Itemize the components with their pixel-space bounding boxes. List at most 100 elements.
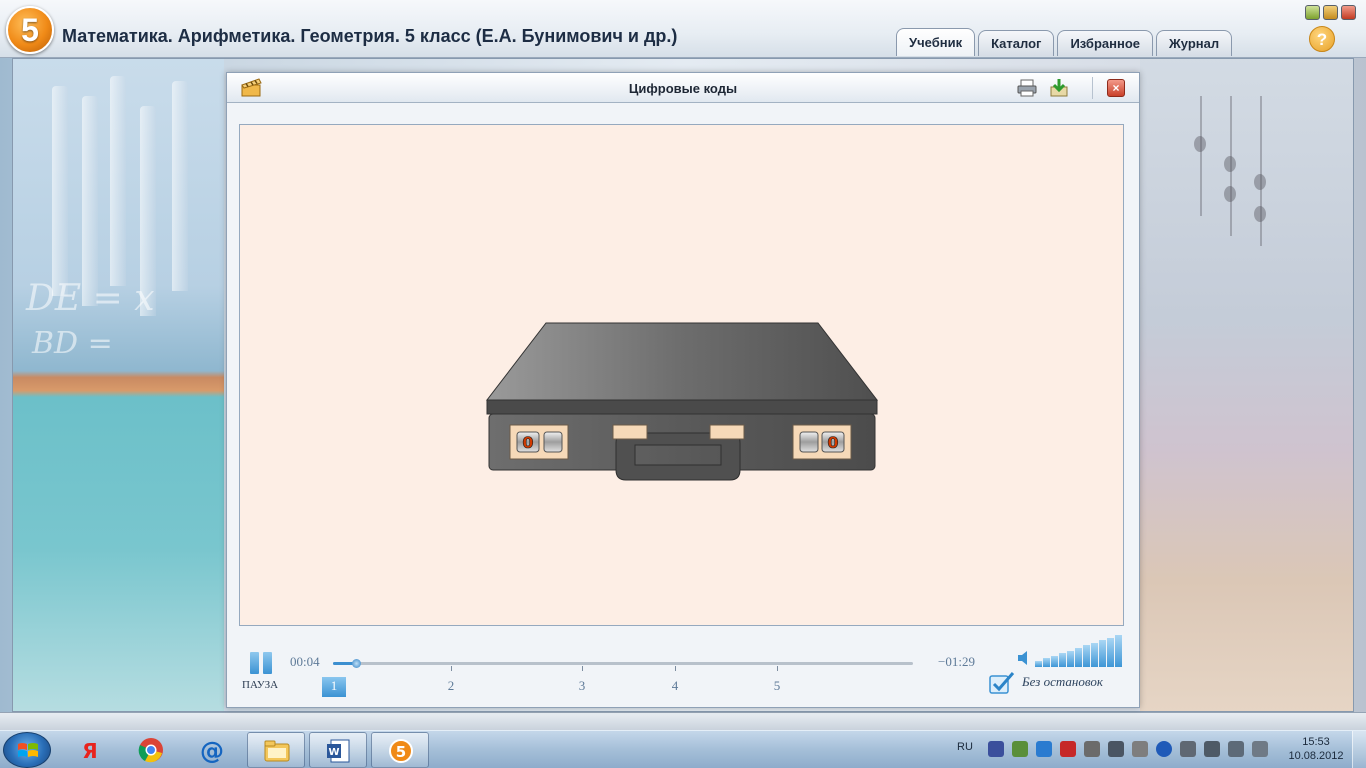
app-title: Математика. Арифметика. Геометрия. 5 кла… <box>62 26 678 46</box>
chapter-tick <box>777 666 778 671</box>
progress-track[interactable] <box>333 659 913 668</box>
media-dialog: Цифровые коды × 0 0 ПАУЗА 00:04 −01:29 1… <box>226 72 1140 708</box>
app-title-bar: 5 Математика. Арифметика. Геометрия. 5 к… <box>0 0 1366 58</box>
folder-icon <box>264 740 290 762</box>
volume-level-bar <box>1091 642 1098 667</box>
chapter-marker-5[interactable]: 5 <box>765 677 789 695</box>
download-icon[interactable] <box>1048 78 1070 98</box>
toolbar-separator <box>1092 77 1093 99</box>
antivirus-icon[interactable] <box>1012 741 1028 757</box>
tab-journal[interactable]: Журнал <box>1156 30 1233 56</box>
close-window-button[interactable] <box>1341 5 1356 20</box>
nonstop-label: Без остановок <box>1022 674 1103 689</box>
maximize-button[interactable] <box>1323 5 1338 20</box>
speaker-icon[interactable] <box>1228 741 1244 757</box>
network-icon[interactable] <box>1204 741 1220 757</box>
app-status-bar <box>0 712 1366 730</box>
svg-text:Я: Я <box>82 739 97 763</box>
clock-date: 10.08.2012 <box>1288 750 1344 762</box>
windows-logo-icon <box>18 743 38 757</box>
svg-text:W: W <box>328 747 339 758</box>
network-agent-icon[interactable] <box>1036 741 1052 757</box>
word-icon: W <box>327 739 350 763</box>
at-sign-icon: @ <box>200 737 224 763</box>
progress-knob[interactable] <box>352 659 362 668</box>
volume-level-bar <box>1115 635 1122 667</box>
taskbar-yandex[interactable]: Я <box>61 732 119 768</box>
volume-level-bar <box>1083 645 1090 667</box>
svg-text:@: @ <box>200 737 224 763</box>
nonstop-checkbox[interactable] <box>989 671 1015 695</box>
pencil-decoration <box>82 96 98 306</box>
right-lock-digit: 0 <box>827 433 838 452</box>
dialog-header: Цифровые коды × <box>227 73 1139 103</box>
taskbar-mail-agent[interactable]: @ <box>183 732 241 768</box>
language-indicator[interactable]: RU <box>957 741 973 753</box>
tab-catalog[interactable]: Каталог <box>978 30 1055 56</box>
pencil-decoration <box>172 81 188 291</box>
pause-label: ПАУЗА <box>242 679 279 691</box>
volume-level-bar <box>1107 637 1114 667</box>
chapter-marker-2[interactable]: 2 <box>439 677 463 695</box>
volume-slider[interactable] <box>1035 635 1123 667</box>
chrome-icon <box>138 738 163 763</box>
volume-level-bar <box>1051 655 1058 667</box>
taskbar-word[interactable]: W <box>309 732 367 768</box>
pencil-decoration <box>110 76 126 286</box>
show-desktop-button[interactable] <box>1352 731 1366 768</box>
volume-level-bar <box>1059 653 1066 667</box>
tray-app-icon[interactable] <box>988 741 1004 757</box>
taskbar-textbook-app[interactable]: 5 <box>371 732 429 768</box>
chapter-marker-1[interactable]: 1 <box>322 677 346 697</box>
decorative-image-left: DE = x BD = <box>12 56 224 712</box>
textbook-app-icon: 5 <box>389 739 413 763</box>
dialog-close-button[interactable]: × <box>1107 79 1125 97</box>
windows-taskbar: Я @ W 5 RU 15:53 10.08.2012 <box>0 730 1366 768</box>
device-icon[interactable] <box>1132 741 1148 757</box>
app-logo: 5 <box>6 6 54 54</box>
volume-level-bar <box>1099 640 1106 667</box>
action-center-flag-icon[interactable] <box>1252 741 1268 757</box>
briefcase-lid <box>485 322 879 401</box>
volume-level-bar <box>1075 648 1082 667</box>
usb-icon[interactable] <box>1180 741 1196 757</box>
briefcase-illustration: 0 0 <box>485 322 879 481</box>
display-icon[interactable] <box>1084 741 1100 757</box>
system-clock[interactable]: 15:53 10.08.2012 <box>1286 735 1346 763</box>
clock-time: 15:53 <box>1302 736 1330 748</box>
kaspersky-icon[interactable] <box>1060 741 1076 757</box>
chalk-decoration: DE = x <box>26 278 155 319</box>
bluetooth-icon[interactable] <box>1156 741 1172 757</box>
handle-clip <box>709 424 745 440</box>
chapter-tick <box>675 666 676 671</box>
pause-button[interactable] <box>250 652 274 674</box>
chapter-tick <box>451 666 452 671</box>
start-button[interactable] <box>3 732 51 768</box>
briefcase-rim <box>486 399 878 415</box>
animation-stage: 0 0 <box>239 124 1124 626</box>
tab-textbook[interactable]: Учебник <box>896 28 976 56</box>
chalk-decoration: BD = <box>32 326 113 361</box>
decorative-image-right <box>1140 56 1354 712</box>
volume-level-bar <box>1043 658 1050 667</box>
main-tabs: Учебник Каталог Избранное Журнал <box>896 28 1233 56</box>
volume-icon[interactable] <box>1017 650 1031 666</box>
minimize-button[interactable] <box>1305 5 1320 20</box>
remaining-time: −01:29 <box>938 654 975 669</box>
audio-device-icon[interactable] <box>1108 741 1124 757</box>
taskbar-chrome[interactable] <box>122 732 180 768</box>
taskbar-explorer[interactable] <box>247 732 305 768</box>
help-button[interactable]: ? <box>1309 26 1335 52</box>
tab-favorites[interactable]: Избранное <box>1057 30 1154 56</box>
left-lock-digit: 0 <box>522 433 533 452</box>
handle-clip <box>612 424 648 440</box>
dialog-title: Цифровые коды <box>628 81 738 96</box>
chapter-tick <box>582 666 583 671</box>
chapter-marker-4[interactable]: 4 <box>663 677 687 695</box>
volume-level-bar <box>1067 650 1074 667</box>
elapsed-time: 00:04 <box>290 654 320 669</box>
chapter-marker-3[interactable]: 3 <box>570 677 594 695</box>
print-icon[interactable] <box>1016 78 1038 98</box>
window-controls <box>1305 5 1356 20</box>
yandex-icon: Я <box>82 739 97 763</box>
